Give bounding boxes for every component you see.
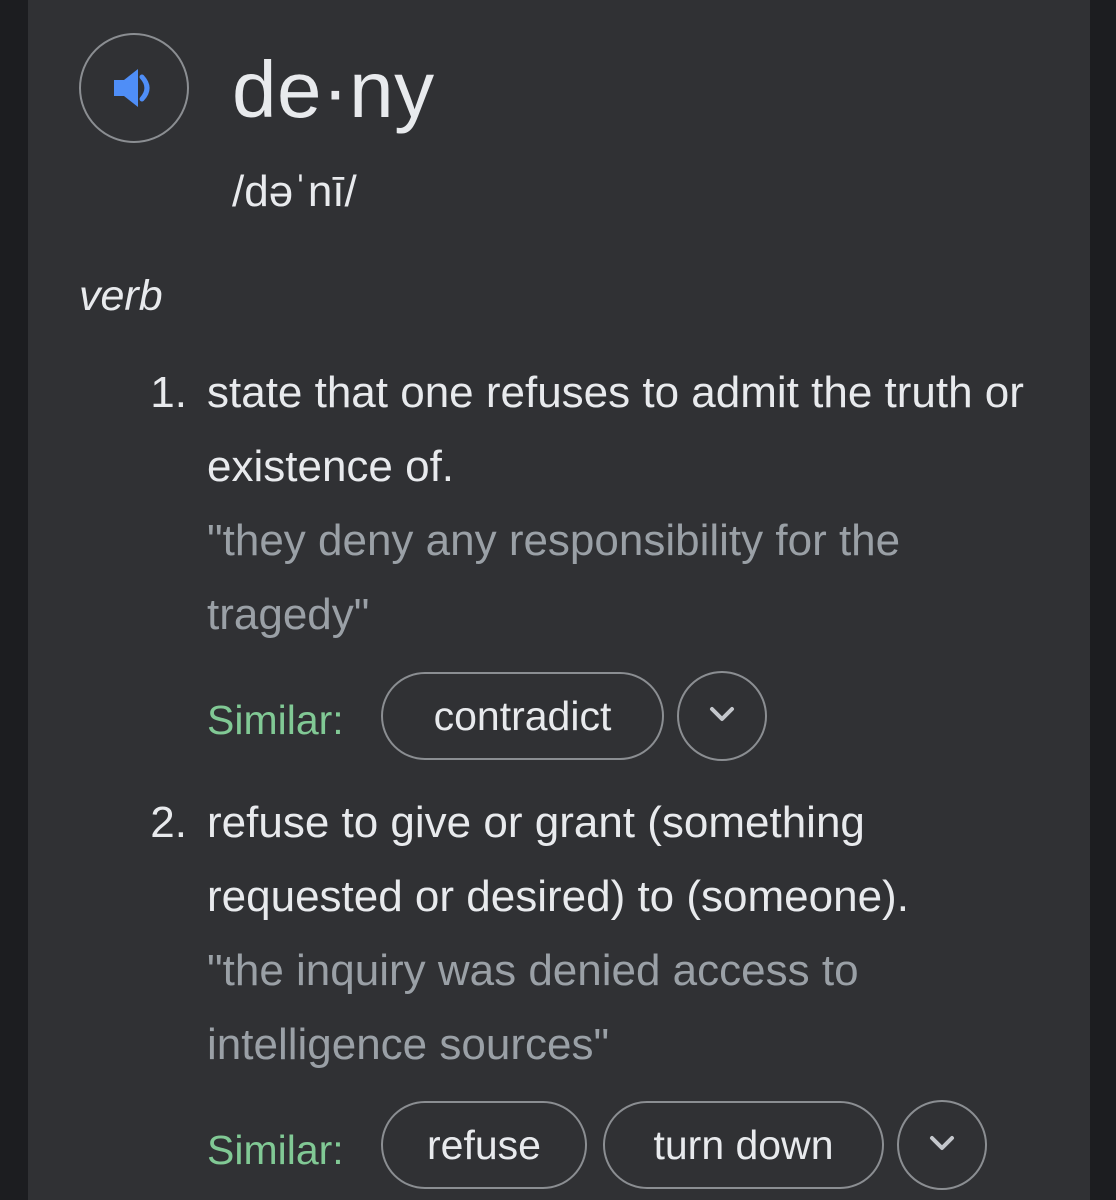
similar-label: Similar: [207, 697, 344, 743]
similar-word-chip[interactable]: refuse [381, 1101, 587, 1189]
sense-definition: refuse to give or grant (something reque… [207, 798, 909, 921]
similar-word-chip[interactable]: contradict [381, 672, 664, 760]
expand-similar-button[interactable] [677, 671, 767, 761]
expand-similar-button[interactable] [897, 1100, 987, 1190]
sense-definition: state that one refuses to admit the trut… [207, 368, 1024, 491]
sense-example: "the inquiry was denied access to intell… [207, 946, 859, 1069]
phonetic-spelling: /dəˈnī/ [232, 167, 357, 216]
similar-label: Similar: [207, 1127, 344, 1173]
chevron-down-icon [707, 704, 737, 729]
sense-example: "they deny any responsibility for the tr… [207, 516, 901, 639]
part-of-speech: verb [79, 272, 163, 320]
pronunciation-button[interactable] [79, 33, 189, 143]
chevron-down-icon [927, 1133, 957, 1158]
sense-number: 2. [150, 798, 187, 847]
sense-number: 1. [150, 368, 187, 417]
similar-word-chip[interactable]: turn down [603, 1101, 884, 1189]
headword: de·ny [232, 45, 435, 134]
volume-icon [112, 68, 156, 108]
